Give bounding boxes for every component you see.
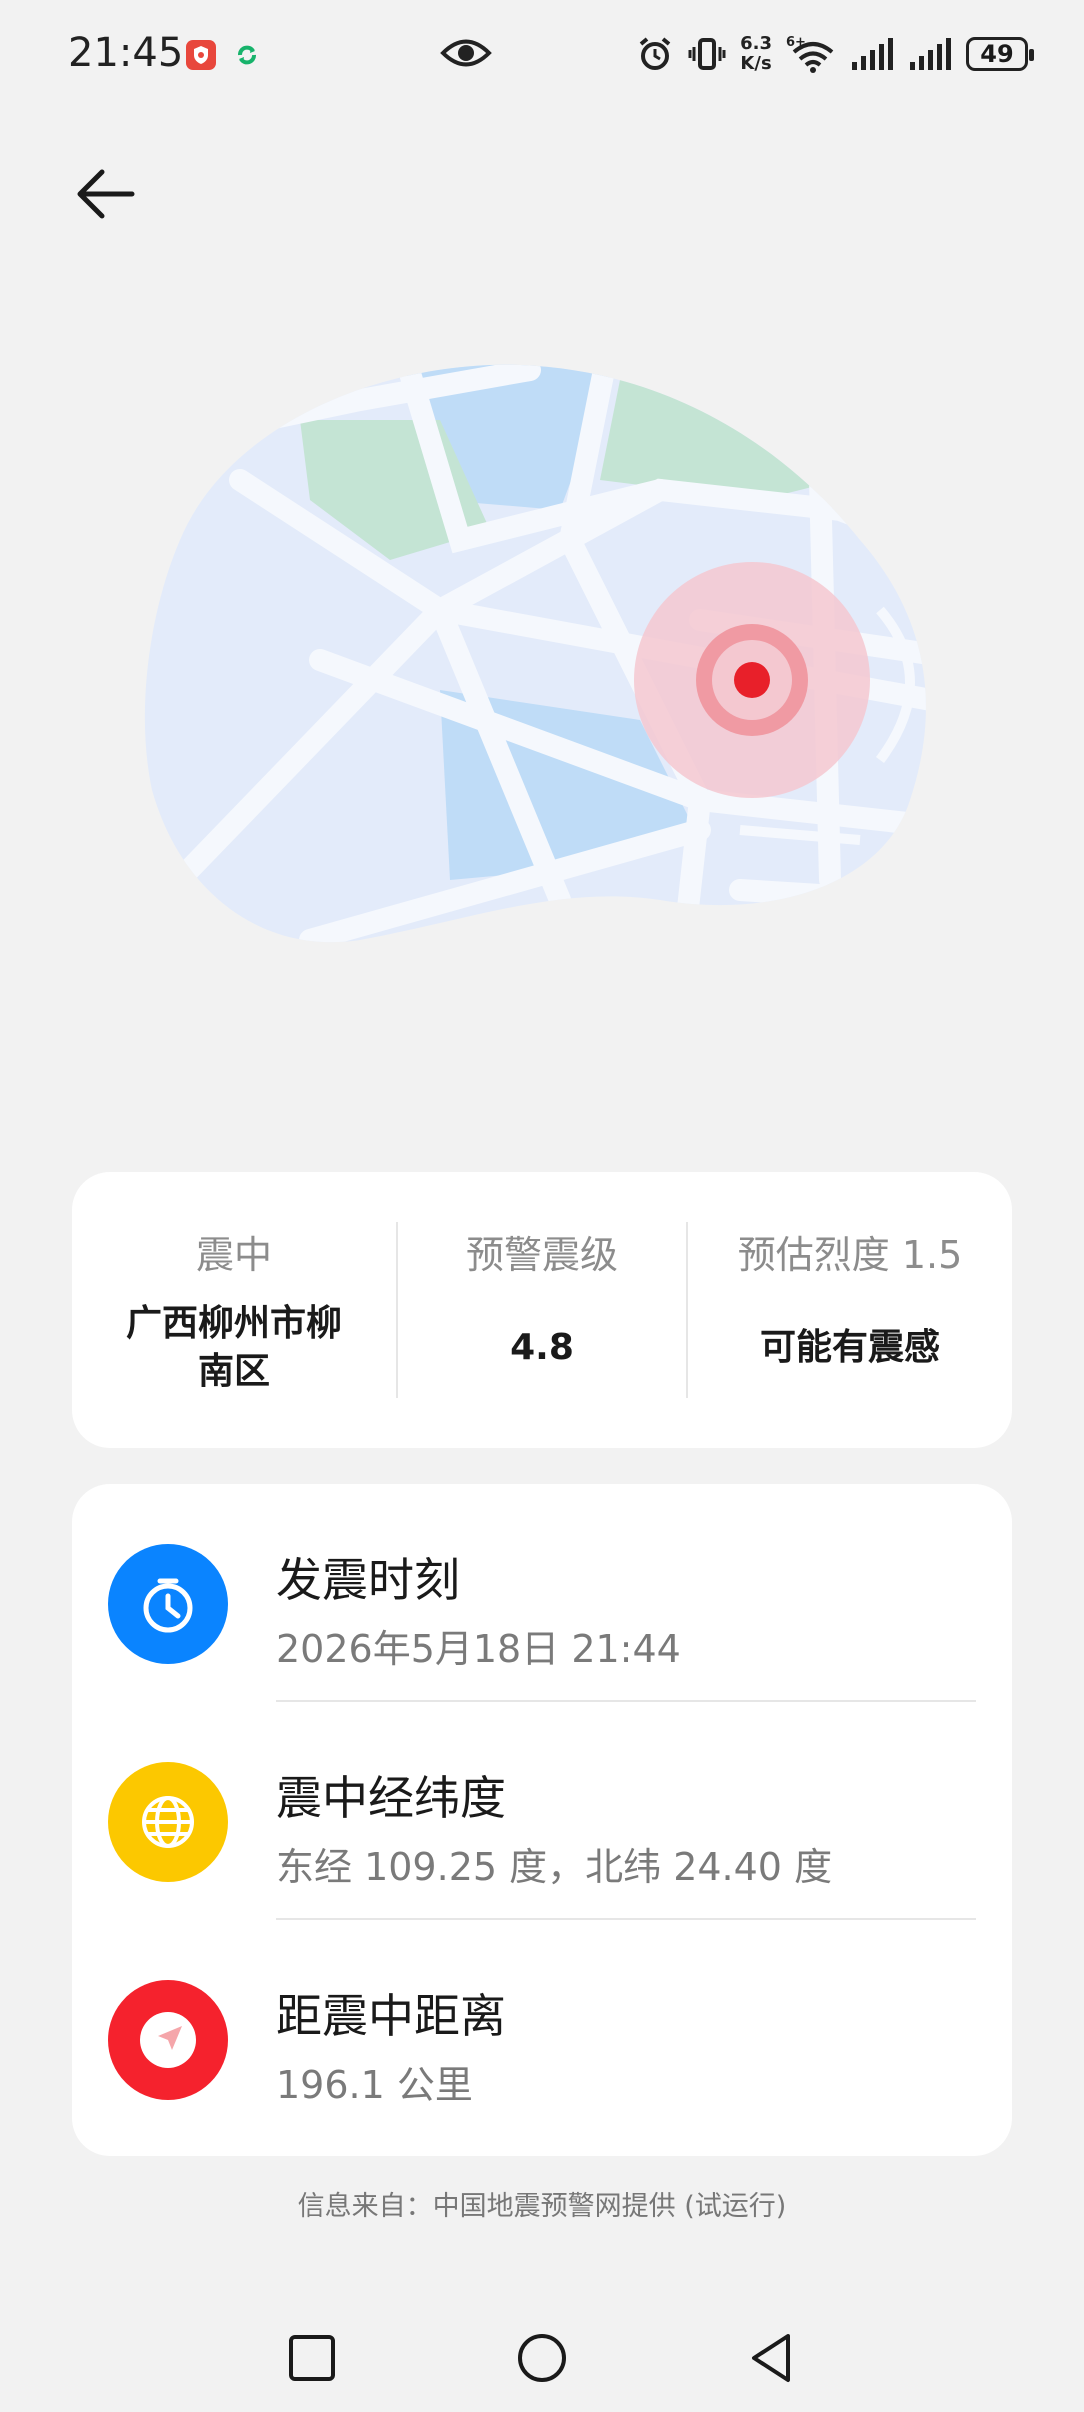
intensity-label: 预估烈度 1.5 <box>737 1233 963 1277</box>
epicenter-value: 广西柳州市柳 南区 <box>72 1300 396 1396</box>
magnitude-column: 预警震级 4.8 <box>398 1172 686 1448</box>
alarm-icon <box>639 37 671 70</box>
nav-back-button[interactable] <box>742 2328 802 2388</box>
magnitude-value: 4.8 <box>510 1327 574 1368</box>
globe-icon <box>108 1762 228 1882</box>
net-speed-unit: K/s <box>740 53 772 74</box>
intensity-value: 可能有震感 <box>759 1327 940 1368</box>
battery-level: 49 <box>980 40 1014 68</box>
status-right-group: 6.3 K/s 6+ 49 <box>636 30 1034 78</box>
battery-icon: 49 <box>966 37 1034 71</box>
detail-value: 2026年5月18日 21:44 <box>276 1627 681 1671</box>
epicenter-value-line1: 广西柳州市柳 <box>125 1303 342 1344</box>
intensity-column: 预估烈度 1.5 可能有震感 <box>688 1172 1012 1448</box>
magnitude-label: 预警震级 <box>465 1233 618 1277</box>
detail-row-coordinates: 震中经纬度 东经 109.25 度，北纬 24.40 度 <box>72 1702 1012 1918</box>
detail-value: 196.1 公里 <box>276 2063 473 2107</box>
sync-app-icon <box>232 40 262 70</box>
detail-row-time: 发震时刻 2026年5月18日 21:44 <box>72 1484 1012 1700</box>
epicenter-column: 震中 广西柳州市柳 南区 <box>72 1172 396 1448</box>
wifi-icon: 6+ <box>786 35 834 73</box>
status-time: 21:45 <box>68 30 184 76</box>
detail-title: 震中经纬度 <box>276 1771 506 1825</box>
recent-apps-icon <box>289 2335 335 2381</box>
arrow-left-icon <box>77 169 135 219</box>
vibrate-icon <box>688 38 726 70</box>
eye-icon <box>440 34 492 72</box>
shield-app-icon <box>186 40 216 70</box>
navigation-icon <box>108 1980 228 2100</box>
epicenter-label: 震中 <box>195 1233 272 1277</box>
earthquake-detail-card: 发震时刻 2026年5月18日 21:44 震中经纬度 东经 109.25 度，… <box>72 1484 1012 2156</box>
earthquake-summary-card: 震中 广西柳州市柳 南区 预警震级 4.8 预估烈度 1.5 可能有震感 <box>72 1172 1012 1448</box>
back-icon <box>752 2334 790 2382</box>
detail-title: 发震时刻 <box>276 1553 460 1607</box>
net-speed: 6.3 K/s <box>740 34 772 74</box>
status-bar: 21:45 6.3 K/s 6+ 49 <box>0 0 1084 110</box>
back-button[interactable] <box>72 158 144 230</box>
detail-value: 东经 109.25 度，北纬 24.40 度 <box>276 1845 833 1889</box>
detail-row-distance: 距震中距离 196.1 公里 <box>72 1920 1012 2136</box>
navigation-bar <box>0 2300 1084 2412</box>
source-note: 信息来自：中国地震预警网提供 (试运行) <box>297 2191 787 2222</box>
detail-title: 距震中距离 <box>276 1989 506 2043</box>
clock-icon <box>108 1544 228 1664</box>
epicenter-value-line2: 南区 <box>197 1351 270 1392</box>
recent-apps-button[interactable] <box>282 2328 342 2388</box>
epicenter-map <box>140 360 950 960</box>
signal-icon <box>910 38 951 70</box>
home-button[interactable] <box>512 2328 572 2388</box>
net-speed-value: 6.3 <box>740 33 772 54</box>
home-icon <box>518 2334 566 2382</box>
signal-icon <box>852 38 893 70</box>
